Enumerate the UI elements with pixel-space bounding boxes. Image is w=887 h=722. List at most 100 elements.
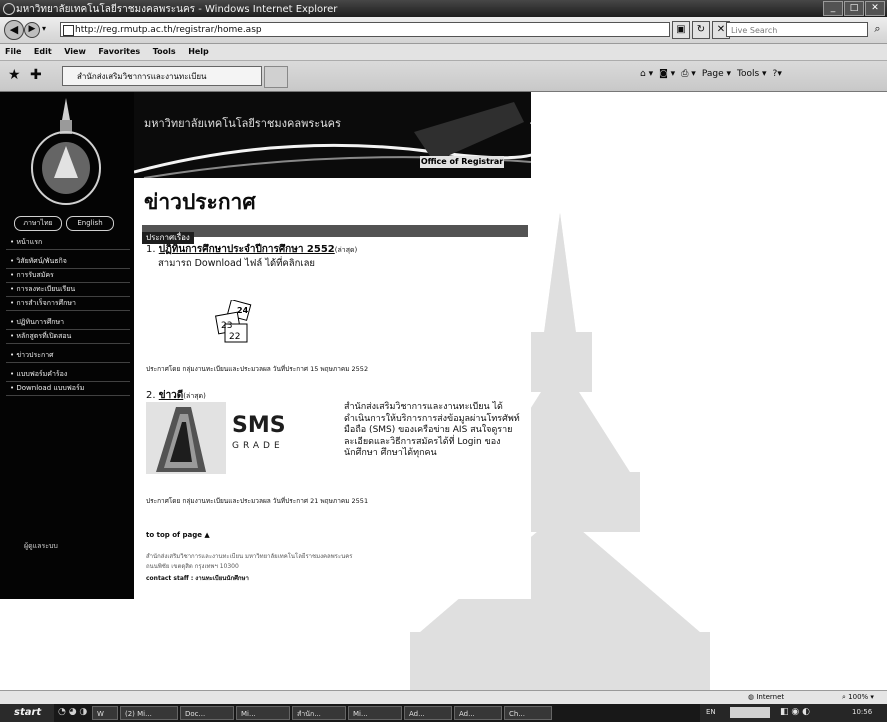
menu-view[interactable]: View (59, 44, 91, 56)
task-item-3[interactable]: Doc... (180, 706, 234, 720)
sidebar-item-graduation[interactable]: การสำเร็จการศึกษา (6, 297, 130, 311)
tools-menu[interactable]: Tools ▾ (737, 69, 767, 79)
news-item-2-posted: ประกาศโดย กลุ่มงานทะเบียนและประมวลผล วัน… (146, 497, 369, 505)
window-titlebar: มหาวิทยาลัยเทคโนโลยีราชมงคลพระนคร - Wind… (0, 0, 887, 17)
menu-help[interactable]: Help (183, 44, 214, 56)
sidebar-admin-link[interactable]: ผู้ดูแลระบบ (24, 541, 58, 552)
tray-icons[interactable]: ◧ ◉ ◐ (780, 707, 810, 717)
help-icon[interactable]: ?▾ (773, 69, 782, 79)
sidebar-item-vision[interactable]: วิสัยทัศน์/พันธกิจ (6, 255, 130, 269)
news-item-2-body: สำนักส่งเสริมวิชาการและงานทะเบียน ได้ดำเ… (344, 402, 520, 458)
calendar-page-23: 23 (221, 321, 232, 331)
address-bar[interactable]: http://reg.rmutp.ac.th/registrar/home.as… (60, 22, 670, 37)
calendar-page-24: 24 (237, 306, 249, 315)
menu-bar: File Edit View Favorites Tools Help (0, 44, 887, 61)
sidebar-item-registration[interactable]: การลงทะเบียนเรียน (6, 283, 130, 297)
task-item-9[interactable]: Ch... (504, 706, 552, 720)
address-url: http://reg.rmutp.ac.th/registrar/home.as… (75, 25, 262, 35)
sidebar-item-download[interactable]: Download แบบฟอร์ม (6, 382, 130, 396)
compat-view-icon[interactable]: ▣ (672, 21, 690, 39)
menu-tools[interactable]: Tools (148, 44, 181, 56)
grade-logo-text: GRADE (232, 441, 284, 451)
sms-grade-image[interactable]: SMS GRADE (146, 402, 342, 474)
sidebar-item-forms[interactable]: แบบฟอร์มคำร้อง (6, 368, 130, 382)
task-word[interactable]: W (92, 706, 118, 720)
command-bar: ⌂ ▾ ◙ ▾ ⎙ ▾ Page ▾ Tools ▾ ?▾ (640, 69, 782, 79)
sidebar: ภาษาไทย English หน้าแรก วิสัยทัศน์/พันธก… (0, 92, 134, 599)
lang-thai-button[interactable]: ภาษาไทย (14, 216, 62, 231)
sidebar-item-calendar[interactable]: ปฏิทินการศึกษา (6, 316, 130, 330)
address-toolbar: ◀ ▶ ▾ http://reg.rmutp.ac.th/registrar/h… (0, 17, 887, 44)
search-icon[interactable]: ⌕ (870, 21, 885, 37)
feeds-icon[interactable]: ◙ ▾ (659, 69, 675, 79)
browser-tab[interactable]: สำนักส่งเสริมวิชาการและงานทะเบียน (62, 66, 262, 86)
system-tray: EN ◧ ◉ ◐ 10:56 (700, 704, 887, 722)
favorites-star-icon[interactable]: ★ (8, 67, 21, 83)
tray-widget[interactable] (730, 707, 770, 718)
news-item-1-body: สามารถ Download ไฟล์ ได้ที่คลิกเลย (158, 258, 315, 269)
home-icon[interactable]: ⌂ ▾ (640, 69, 653, 79)
news-item-1-link[interactable]: ปฏิทินการศึกษาประจำปีการศึกษา 2552 (159, 244, 335, 255)
task-item-8[interactable]: Ad... (454, 706, 502, 720)
section-header: ประกาศเรื่อง (142, 225, 528, 244)
nav-dropdown-icon[interactable]: ▾ (42, 24, 46, 33)
to-top-link[interactable]: to top of page ▲ (146, 531, 210, 539)
close-window-button[interactable]: ✕ (865, 1, 885, 16)
news-item-2-tag: (ล่าสุด) (183, 392, 206, 400)
zoom-icon: ⌕ (842, 693, 846, 701)
quicklaunch-icons[interactable]: ◔ ◕ ◑ (58, 707, 87, 717)
calendar-icon[interactable]: 24 23 22 (211, 300, 257, 344)
page-favicon-icon (63, 25, 74, 36)
news-item-2-title: 2. ข่าวดี(ล่าสุด) (146, 390, 206, 401)
page-menu[interactable]: Page ▾ (702, 69, 731, 79)
menu-file[interactable]: File (0, 44, 26, 56)
add-favorites-icon[interactable]: ✚ (30, 67, 42, 83)
back-button[interactable]: ◀ (4, 20, 24, 40)
news-item-2-link[interactable]: ข่าวดี (159, 390, 184, 401)
footer-address-line2: ถนนพิชัย เขตดุสิต กรุงเทพฯ 10300 (146, 563, 239, 570)
task-item-2[interactable]: (2) Mi... (120, 706, 178, 720)
page-viewport: ภาษาไทย English หน้าแรก วิสัยทัศน์/พันธก… (0, 92, 887, 690)
sidebar-menu: หน้าแรก วิสัยทัศน์/พันธกิจ การรับสมัคร ก… (6, 236, 130, 396)
taskbar: start ◔ ◕ ◑ W (2) Mi... Doc... Mi... สำน… (0, 704, 887, 722)
arrow-up-icon: ▲ (204, 531, 210, 539)
minimize-button[interactable]: _ (823, 1, 843, 16)
news-item-1-title: 1. ปฏิทินการศึกษาประจำปีการศึกษา 2552(ล่… (146, 244, 358, 255)
window-title: มหาวิทยาลัยเทคโนโลยีราชมงคลพระนคร - Wind… (16, 4, 338, 15)
language-indicator[interactable]: EN (706, 708, 716, 716)
sidebar-item-news[interactable]: ข่าวประกาศ (6, 349, 130, 363)
task-item-4[interactable]: Mi... (236, 706, 290, 720)
task-item-5[interactable]: สำนัก... (292, 706, 346, 720)
globe-icon: ◍ (748, 693, 755, 701)
task-item-7[interactable]: Ad... (404, 706, 452, 720)
sidebar-item-admission[interactable]: การรับสมัคร (6, 269, 130, 283)
refresh-button[interactable]: ↻ (692, 21, 710, 39)
menu-favorites[interactable]: Favorites (93, 44, 145, 56)
footer-address-line1: สำนักส่งเสริมวิชาการและงานทะเบียน มหาวิท… (146, 553, 353, 560)
ie-logo-icon (3, 3, 15, 15)
sms-logo-text: SMS (232, 413, 286, 438)
status-bar: ◍ Internet ⌕ 100% ▾ (0, 690, 887, 705)
page-title: ข่าวประกาศ (144, 190, 256, 214)
zoom-level[interactable]: ⌕ 100% ▾ (842, 693, 874, 702)
banner-title: มหาวิทยาลัยเทคโนโลยีราชมงคลพระนคร (144, 117, 341, 130)
maximize-button[interactable]: □ (844, 1, 864, 16)
sidebar-item-curriculum[interactable]: หลักสูตรที่เปิดสอน (6, 330, 130, 344)
new-tab-button[interactable] (264, 66, 288, 88)
window-controls: _ □ ✕ (823, 1, 885, 16)
security-zone: ◍ Internet (748, 693, 785, 701)
print-icon[interactable]: ⎙ ▾ (681, 69, 696, 79)
lang-english-button[interactable]: English (66, 216, 114, 231)
sidebar-item-home[interactable]: หน้าแรก (6, 236, 130, 250)
footer-contact[interactable]: contact staff : งานทะเบียนนักศึกษา (146, 573, 249, 583)
start-button[interactable]: start (0, 704, 54, 722)
menu-edit[interactable]: Edit (29, 44, 57, 56)
calendar-page-22: 22 (229, 332, 240, 342)
university-logo-icon (31, 98, 101, 205)
search-input[interactable]: Live Search (726, 22, 868, 37)
clock: 10:56 (852, 708, 873, 716)
tab-toolbar: ★ ✚ สำนักส่งเสริมวิชาการและงานทะเบียน ⌂ … (0, 61, 887, 92)
news-item-1-posted: ประกาศโดย กลุ่มงานทะเบียนและประมวลผล วัน… (146, 365, 369, 373)
forward-button[interactable]: ▶ (24, 22, 40, 38)
task-item-6[interactable]: Mi... (348, 706, 402, 720)
